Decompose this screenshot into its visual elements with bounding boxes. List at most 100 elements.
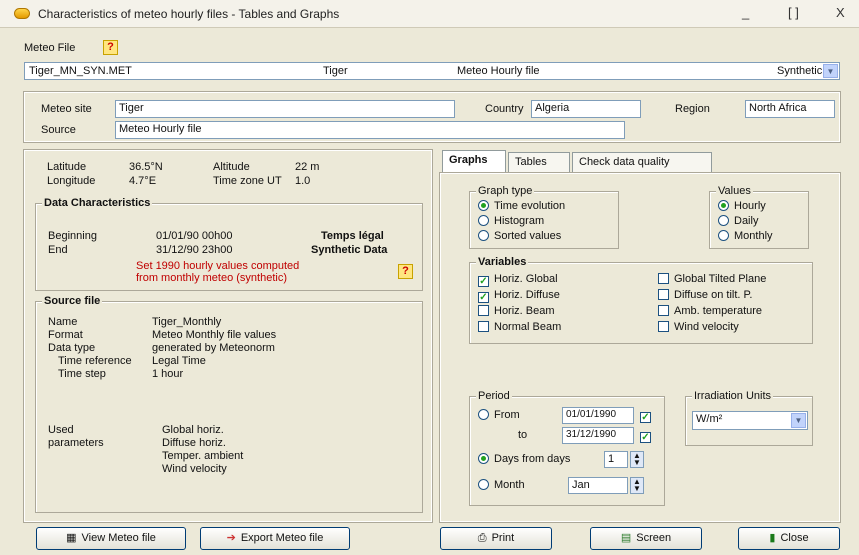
export-icon: ➔: [226, 532, 236, 544]
values-monthly[interactable]: Monthly: [718, 230, 773, 242]
graphs-tab-panel: Graph type Time evolution Histogram Sort…: [439, 172, 841, 523]
meteo-file-name: Tiger_MN_SYN.MET: [29, 65, 132, 77]
parameters-label: parameters: [48, 437, 104, 449]
screen-button[interactable]: ▤ Screen: [590, 527, 702, 550]
source-file-group: Source file Name Tiger_Monthly Format Me…: [35, 295, 423, 513]
beginning-value: 01/01/90 00h00: [156, 230, 233, 242]
format-value: Meteo Monthly file values: [152, 329, 277, 341]
chevron-down-icon[interactable]: ▼: [823, 64, 838, 78]
time-reference-label: Time reference: [58, 355, 132, 367]
close-window-button[interactable]: X: [836, 5, 845, 20]
meteo-site-label: Meteo site: [41, 103, 92, 115]
tab-bar: Graphs Tables Check data quality: [440, 150, 840, 174]
var-amb-temperature[interactable]: Amb. temperature: [658, 305, 762, 317]
end-label: End: [48, 244, 68, 256]
period-to-check[interactable]: ✓: [640, 429, 656, 443]
period-title: Period: [476, 390, 512, 402]
maximize-button[interactable]: [ ]: [788, 5, 799, 20]
period-from-check[interactable]: ✓: [640, 409, 656, 423]
used-param-1: Global horiz.: [162, 424, 224, 436]
meteo-file-kind: Synthetic: [777, 65, 823, 77]
radio-selected-icon: [478, 200, 489, 211]
days-spinner[interactable]: ▲ ▼: [630, 451, 644, 468]
source-field[interactable]: Meteo Hourly file: [115, 121, 625, 139]
period-days-radio[interactable]: Days from days: [478, 453, 570, 465]
radio-icon: [478, 230, 489, 241]
used-param-4: Wind velocity: [162, 463, 227, 475]
var-normal-beam[interactable]: Normal Beam: [478, 321, 561, 333]
var-wind-velocity[interactable]: Wind velocity: [658, 321, 739, 333]
meteo-site-field[interactable]: Tiger: [115, 100, 455, 118]
meteo-file-label: Meteo File: [24, 42, 76, 54]
checkbox-checked-icon: ✓: [478, 276, 489, 287]
source-label: Source: [41, 124, 76, 136]
print-button[interactable]: ⎙ Print: [440, 527, 552, 550]
var-global-tilted-plane[interactable]: Global Tilted Plane: [658, 273, 766, 285]
view-meteo-file-button[interactable]: ▦ View Meteo file: [36, 527, 186, 550]
export-meteo-file-button[interactable]: ➔ Export Meteo file: [200, 527, 350, 550]
period-from-field[interactable]: 01/01/1990: [562, 407, 634, 424]
meteo-file-type: Meteo Hourly file: [457, 65, 540, 77]
beginning-label: Beginning: [48, 230, 97, 242]
period-to-field[interactable]: 31/12/1990: [562, 427, 634, 444]
checkbox-icon: [478, 321, 489, 332]
var-horiz-beam[interactable]: Horiz. Beam: [478, 305, 555, 317]
data-type-value: generated by Meteonorm: [152, 342, 275, 354]
main-window: Characteristics of meteo hourly files - …: [0, 0, 859, 555]
help-icon[interactable]: ?: [398, 264, 413, 279]
graph-type-sorted-values[interactable]: Sorted values: [478, 230, 561, 242]
generation-note-line1: Set 1990 hourly values computed: [136, 260, 300, 272]
values-daily[interactable]: Daily: [718, 215, 758, 227]
region-field[interactable]: North Africa: [745, 100, 835, 118]
var-diffuse-on-tilt[interactable]: Diffuse on tilt. P.: [658, 289, 752, 301]
time-reference-value: Legal Time: [152, 355, 206, 367]
meteo-file-selector[interactable]: Tiger_MN_SYN.MET Tiger Meteo Hourly file…: [24, 62, 840, 80]
month-spinner[interactable]: ▲ ▼: [630, 477, 644, 494]
app-icon: [14, 8, 30, 19]
tab-graphs[interactable]: Graphs: [442, 150, 506, 172]
graph-type-histogram[interactable]: Histogram: [478, 215, 544, 227]
generation-note-line2: from monthly meteo (synthetic): [136, 272, 287, 284]
format-label: Format: [48, 329, 83, 341]
month-field[interactable]: Jan: [568, 477, 628, 494]
irradiation-units-select[interactable]: W/m² ▼: [692, 411, 808, 430]
end-value: 31/12/90 23h00: [156, 244, 233, 256]
graph-type-time-evolution[interactable]: Time evolution: [478, 200, 565, 212]
values-hourly[interactable]: Hourly: [718, 200, 766, 212]
period-from-radio[interactable]: From: [478, 409, 520, 421]
radio-icon: [478, 409, 489, 420]
minimize-button[interactable]: _: [742, 5, 749, 20]
left-info-panel: Latitude 36.5°N Altitude 22 m Longitude …: [23, 149, 433, 523]
radio-icon: [718, 215, 729, 226]
chevron-down-icon[interactable]: ▼: [791, 413, 806, 428]
source-file-title: Source file: [42, 295, 103, 307]
checkbox-icon: [658, 305, 669, 316]
graph-type-title: Graph type: [476, 185, 535, 197]
site-info-panel: Meteo site Tiger Country Algeria Region …: [23, 91, 841, 143]
source-name-value: Tiger_Monthly: [152, 316, 222, 328]
checkbox-icon: [658, 273, 669, 284]
tab-check-data-quality[interactable]: Check data quality: [572, 152, 712, 172]
timezone-label: Time zone UT: [213, 175, 282, 187]
tab-tables[interactable]: Tables: [508, 152, 570, 172]
time-step-value: 1 hour: [152, 368, 184, 380]
irradiation-units-value: W/m²: [696, 413, 723, 425]
meteo-file-site: Tiger: [323, 65, 348, 77]
period-group: Period From 01/01/1990 ✓ to 31/12/1990 ✓…: [469, 390, 665, 506]
timezone-value: 1.0: [295, 175, 311, 187]
help-icon[interactable]: ?: [103, 40, 118, 55]
region-label: Region: [675, 103, 710, 115]
end-mode: Synthetic Data: [311, 244, 388, 256]
days-field[interactable]: 1: [604, 451, 628, 468]
close-button[interactable]: ▮ Close: [738, 527, 840, 550]
radio-selected-icon: [718, 200, 729, 211]
data-characteristics-group: Data Characteristics Beginning 01/01/90 …: [35, 197, 423, 291]
radio-icon: [478, 215, 489, 226]
variables-group: Variables ✓ Horiz. Global ✓ Horiz. Diffuse…: [469, 256, 813, 344]
country-field[interactable]: Algeria: [531, 100, 641, 118]
altitude-value: 22 m: [295, 161, 320, 173]
var-horiz-diffuse[interactable]: ✓ Horiz. Diffuse: [478, 289, 560, 303]
var-horiz-global[interactable]: ✓ Horiz. Global: [478, 273, 558, 287]
period-month-radio[interactable]: Month: [478, 479, 525, 491]
checkbox-checked-icon: ✓: [478, 292, 489, 303]
